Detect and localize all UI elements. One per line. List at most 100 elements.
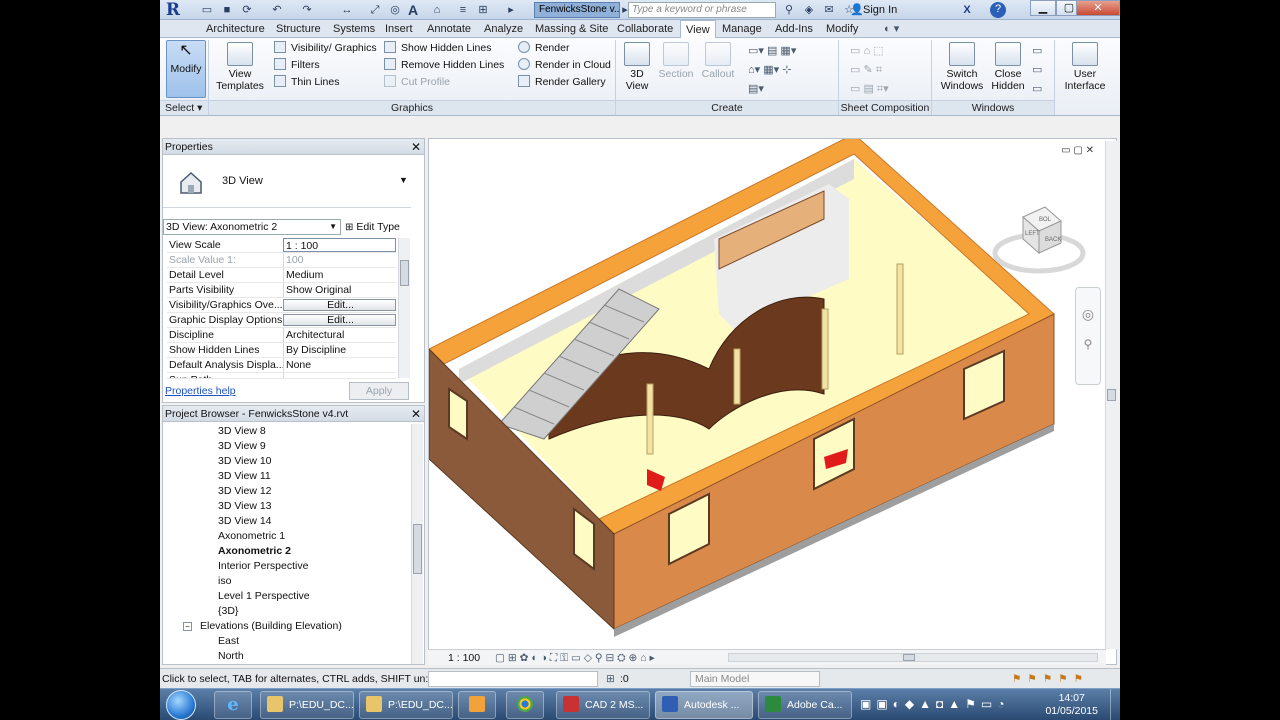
selection-filter-icons[interactable]: ⚑⚑⚑⚑⚑ <box>1012 669 1089 689</box>
tree-item-3d-view[interactable]: 3D View 11 <box>163 469 411 484</box>
tile-icon[interactable]: ▭ <box>1032 80 1042 99</box>
open-icon[interactable]: ▭ <box>200 3 214 17</box>
redo-icon[interactable]: ↷ <box>300 3 314 17</box>
taskbar-explorer-1[interactable]: P:\EDU_DC... <box>260 691 354 719</box>
tree-item-3d-view[interactable]: 3D View 12 <box>163 484 411 499</box>
replicate-icon[interactable]: ▭ <box>1032 42 1042 61</box>
aligned-dimension-icon[interactable]: ⤢ <box>368 3 382 17</box>
show-hidden-lines-value[interactable]: By Discipline <box>283 343 396 357</box>
tab-add-ins[interactable]: Add-Ins <box>775 20 813 38</box>
render-in-cloud-button[interactable]: Render in Cloud <box>518 57 611 74</box>
tree-group-elevations[interactable]: − Elevations (Building Elevation) <box>163 619 411 634</box>
view-scale-input[interactable]: 1 : 100 <box>283 238 396 252</box>
user-interface-button[interactable]: User Interface <box>1060 42 1110 92</box>
properties-close-icon[interactable]: ✕ <box>411 139 421 155</box>
start-button[interactable] <box>166 690 196 720</box>
scroll-thumb[interactable] <box>413 524 422 574</box>
browser-close-icon[interactable]: ✕ <box>411 406 421 422</box>
tab-view[interactable]: View <box>680 20 716 38</box>
sun-path-checkbox[interactable] <box>283 373 396 378</box>
view-templates-button[interactable]: View Templates <box>216 42 264 92</box>
exchange-apps-icon[interactable]: X <box>960 3 974 17</box>
scroll-thumb[interactable] <box>903 654 915 661</box>
design-option-select[interactable]: Main Model <box>690 671 820 687</box>
graphics-panel-label[interactable]: Graphics <box>209 100 615 115</box>
view-instance-select[interactable]: 3D View: Axonometric 2 ▼ <box>163 219 341 235</box>
tree-item-elevation-east[interactable]: East <box>163 634 411 649</box>
ie-taskbar-icon[interactable]: e <box>214 691 252 719</box>
scroll-thumb[interactable] <box>1107 389 1116 401</box>
tab-collaborate[interactable]: Collaborate <box>617 20 673 38</box>
undo-icon[interactable]: ↶ <box>270 3 284 17</box>
taskbar-explorer-2[interactable]: P:\EDU_DC... <box>359 691 453 719</box>
3d-view-button[interactable]: 3D View <box>620 42 654 92</box>
select-dropdown[interactable]: Select ▾ <box>160 100 208 115</box>
ribbon-options-icon[interactable]: ◐ ▾ <box>884 20 899 38</box>
tree-item-3d-view[interactable]: 3D View 10 <box>163 454 411 469</box>
view-scale-control[interactable]: 1 : 100 <box>448 652 480 664</box>
taskbar-media[interactable] <box>458 691 496 719</box>
taskbar-pdf[interactable]: CAD 2 MS... <box>556 691 650 719</box>
minimize-button[interactable]: ▁ <box>1030 0 1056 16</box>
worksets-icon[interactable]: ⊞ <box>606 669 615 689</box>
revisions-icon[interactable]: ▭ ▤ ⌗▾ <box>850 80 920 99</box>
cascade-icon[interactable]: ▭ <box>1032 61 1042 80</box>
tree-item-3d-view[interactable]: 3D View 8 <box>163 424 411 439</box>
save-icon[interactable]: ■ <box>220 3 234 17</box>
show-desktop-button[interactable] <box>1110 689 1120 720</box>
taskbar-captivate[interactable]: Adobe Ca... <box>758 691 852 719</box>
taskbar-autodesk[interactable]: Autodesk ... <box>655 691 753 719</box>
tab-modify[interactable]: Modify <box>826 20 858 38</box>
modify-button[interactable]: ↖ Modify <box>166 40 206 98</box>
properties-help-link[interactable]: Properties help <box>165 385 236 397</box>
binoculars-icon[interactable]: ⚲ <box>782 3 796 17</box>
tag-icon[interactable]: ◎ <box>388 3 402 17</box>
tab-insert[interactable]: Insert <box>385 20 413 38</box>
3d-viewport[interactable]: ▭ ▢ ✕ BOL BACK LEFT ◎ ⚲ <box>428 138 1117 665</box>
tree-item-axonometric-1[interactable]: Axonometric 1 <box>163 529 411 544</box>
remove-hidden-lines-button[interactable]: Remove Hidden Lines <box>384 57 504 74</box>
help-icon[interactable]: ? <box>990 2 1006 18</box>
revit-logo-icon[interactable]: R <box>162 0 184 20</box>
tree-item-level-1-perspective[interactable]: Level 1 Perspective <box>163 589 411 604</box>
tree-item-interior-perspective[interactable]: Interior Perspective <box>163 559 411 574</box>
sync-icon[interactable]: ⟳ <box>240 3 254 17</box>
workset-box[interactable] <box>428 671 598 687</box>
render-button[interactable]: Render <box>518 40 611 57</box>
callout-button[interactable]: Callout <box>700 42 736 80</box>
browser-scrollbar[interactable] <box>411 424 423 664</box>
search-input[interactable]: Type a keyword or phrase <box>628 2 776 18</box>
tab-systems[interactable]: Systems <box>333 20 375 38</box>
viewport-scrollbar[interactable] <box>1105 141 1117 649</box>
thin-lines-icon[interactable]: ⊞ <box>476 3 490 17</box>
system-tray-icons[interactable]: ▣▣◐◆▲◘▲⚑▭◔ <box>860 697 1010 711</box>
tree-item-elevation-north[interactable]: North <box>163 649 411 664</box>
type-selector[interactable]: 3D View ▼ <box>163 156 411 208</box>
scroll-thumb[interactable] <box>400 260 409 286</box>
cut-profile-button[interactable]: Cut Profile <box>384 74 504 91</box>
tab-manage[interactable]: Manage <box>722 20 762 38</box>
tab-architecture[interactable]: Architecture <box>206 20 265 38</box>
show-hidden-lines-button[interactable]: Show Hidden Lines <box>384 40 504 57</box>
tab-analyze[interactable]: Analyze <box>484 20 523 38</box>
zoom-icon[interactable]: ⚲ <box>1076 337 1100 351</box>
properties-scrollbar[interactable] <box>398 238 410 378</box>
tab-structure[interactable]: Structure <box>276 20 321 38</box>
taskbar-chrome[interactable] <box>506 691 544 719</box>
tree-item-3d-view[interactable]: 3D View 14 <box>163 514 411 529</box>
horizontal-scrollbar[interactable] <box>728 653 1098 662</box>
graphic-display-edit-button[interactable]: Edit... <box>283 314 396 326</box>
edit-type-button[interactable]: ⊞ Edit Type <box>345 219 400 236</box>
subscription-icon[interactable]: ◈ <box>802 3 816 17</box>
customize-toolbar-icon[interactable]: ▸ <box>504 3 518 17</box>
plan-views-icon[interactable]: ▭▾ ▤ ▦▾ <box>748 42 828 61</box>
switch-windows-button[interactable]: Switch Windows <box>938 42 986 92</box>
viewcube[interactable]: BOL BACK LEFT <box>989 201 1089 281</box>
sheet-icon[interactable]: ▭ ⌂ ⬚ <box>850 42 920 61</box>
section-button[interactable]: Section <box>658 42 694 80</box>
collapse-icon[interactable]: − <box>183 622 192 631</box>
discipline-value[interactable]: Architectural <box>283 328 396 342</box>
system-clock[interactable]: 14:07 01/05/2015 <box>1045 692 1098 718</box>
tree-item-3d-view[interactable]: 3D View 13 <box>163 499 411 514</box>
sign-in-link[interactable]: Sign In <box>863 2 897 18</box>
